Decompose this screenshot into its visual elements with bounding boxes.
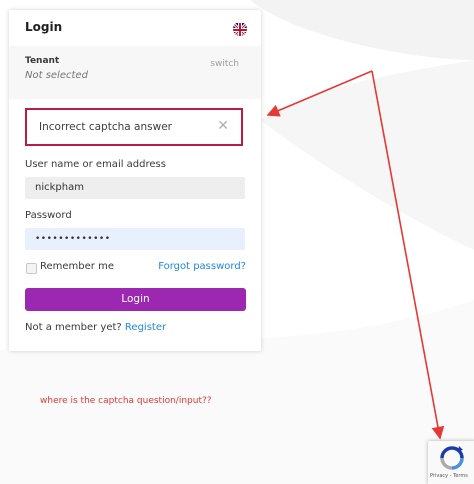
tenant-section: Tenant Not selected switch: [9, 46, 261, 99]
tenant-switch-link[interactable]: switch: [210, 59, 239, 69]
register-link[interactable]: Register: [125, 322, 166, 333]
username-input[interactable]: nickpham: [25, 177, 245, 199]
member-prompt-text: Not a member yet?: [25, 322, 122, 333]
password-input[interactable]: •••••••••••••: [25, 228, 245, 250]
uk-flag-icon[interactable]: [233, 22, 247, 36]
tenant-value: Not selected: [25, 70, 88, 81]
error-alert-message: Incorrect captcha answer: [39, 121, 172, 133]
close-icon[interactable]: ✕: [217, 118, 229, 134]
card-header: Login: [9, 10, 261, 46]
login-title: Login: [25, 20, 63, 34]
login-card: Login Tenant Not selected switch Incorre…: [9, 10, 261, 351]
recaptcha-badge[interactable]: Privacy - Terms: [428, 441, 474, 484]
error-alert: Incorrect captcha answer ✕: [25, 108, 243, 146]
annotation-text: where is the captcha question/input??: [40, 396, 212, 406]
username-label: User name or email address: [25, 159, 166, 170]
remember-me-label: Remember me: [40, 261, 114, 272]
recaptcha-icon: [438, 445, 466, 475]
password-label: Password: [25, 210, 72, 221]
forgot-password-link[interactable]: Forgot password?: [158, 261, 246, 272]
login-button[interactable]: Login: [25, 288, 246, 311]
register-prompt: Not a member yet? Register: [25, 322, 166, 333]
tenant-label: Tenant: [25, 56, 60, 66]
remember-me-checkbox[interactable]: [26, 263, 37, 274]
recaptcha-links[interactable]: Privacy - Terms: [430, 473, 468, 479]
